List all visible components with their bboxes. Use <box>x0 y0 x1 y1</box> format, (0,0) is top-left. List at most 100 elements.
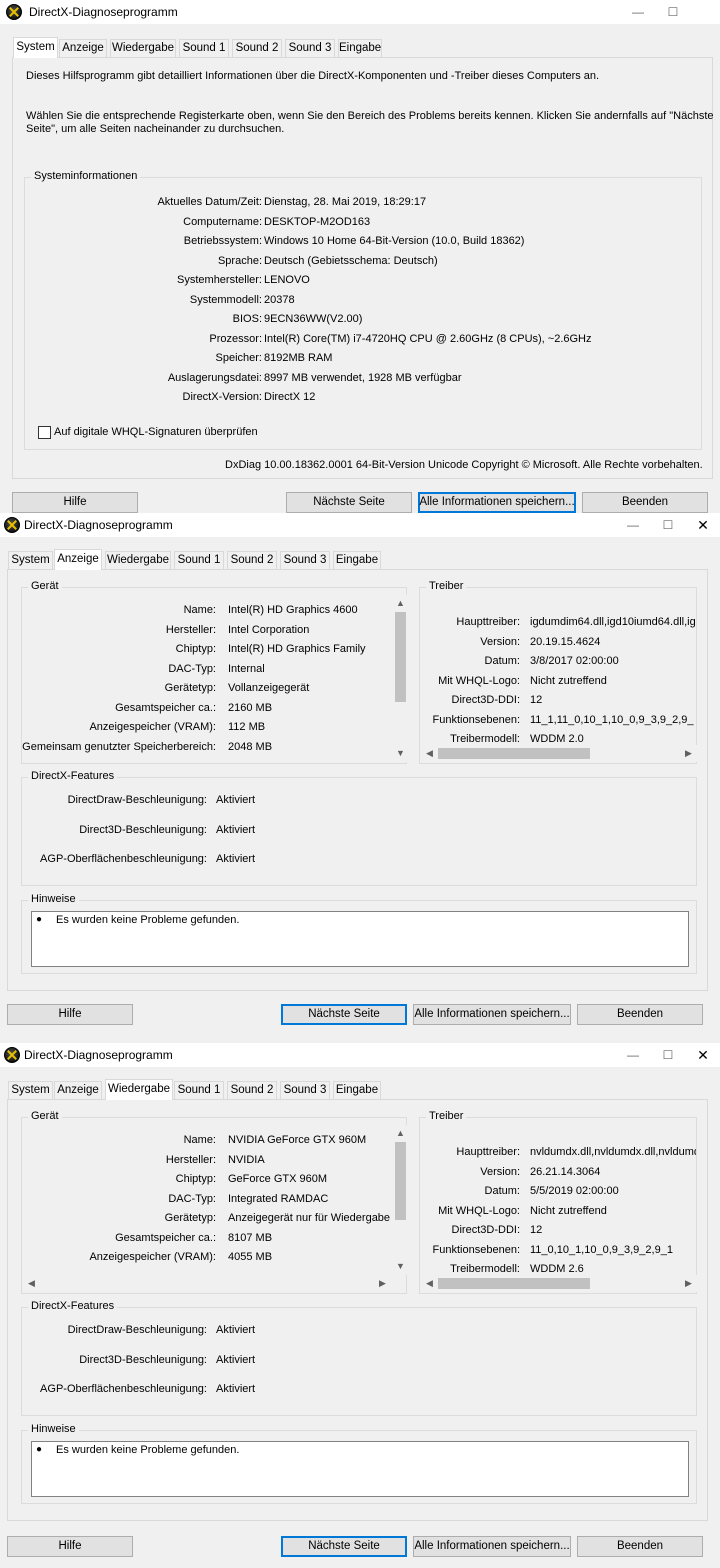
device-vertical-scrollbar[interactable]: ▲ ▼ <box>392 595 409 762</box>
title-bar[interactable]: DirectX-Diagnoseprogramm — ☐ <box>0 0 720 24</box>
device-info-value: Vollanzeigegerät <box>228 682 310 694</box>
help-button[interactable]: Hilfe <box>12 492 138 513</box>
group-title: Hinweise <box>28 1423 79 1435</box>
exit-button[interactable]: Beenden <box>577 1536 703 1557</box>
exit-button[interactable]: Beenden <box>582 492 708 513</box>
tab-sound-1[interactable]: Sound 1 <box>179 39 229 57</box>
device-info-label: Hersteller: <box>165 623 216 636</box>
save-all-info-button[interactable]: Alle Informationen speichern... <box>418 492 576 513</box>
next-page-button[interactable]: Nächste Seite <box>281 1004 407 1025</box>
tab-sound-3[interactable]: Sound 3 <box>280 551 330 569</box>
scroll-right-icon[interactable]: ▶ <box>680 1275 697 1292</box>
device-info-label: Name: <box>183 1134 216 1146</box>
tab-sound-3[interactable]: Sound 3 <box>285 39 335 57</box>
tab-sound-1[interactable]: Sound 1 <box>174 551 224 569</box>
device-info-value: NVIDIA <box>228 1153 265 1166</box>
scroll-thumb[interactable] <box>438 1278 590 1289</box>
scroll-right-icon[interactable]: ▶ <box>374 1275 391 1292</box>
system-info-label: Auslagerungsdatei: <box>167 371 262 384</box>
driver-horizontal-scrollbar[interactable]: ◀ ▶ <box>421 745 697 762</box>
save-all-info-button[interactable]: Alle Informationen speichern... <box>413 1536 571 1557</box>
device-info-value: Internal <box>228 662 265 675</box>
minimize-button[interactable]: — <box>623 1045 643 1065</box>
tab-wiedergabe[interactable]: Wiedergabe <box>105 1079 173 1100</box>
driver-horizontal-scrollbar[interactable]: ◀ ▶ <box>421 1275 697 1292</box>
group-title: DirectX-Features <box>28 1300 118 1312</box>
feature-label: Direct3D-Beschleunigung: <box>79 823 207 836</box>
scroll-thumb[interactable] <box>395 612 406 702</box>
scroll-down-icon[interactable]: ▼ <box>392 745 409 762</box>
scroll-thumb[interactable] <box>40 1278 340 1289</box>
next-page-button[interactable]: Nächste Seite <box>281 1536 407 1557</box>
system-info-label: DirectX-Version: <box>182 391 262 403</box>
tab-anzeige[interactable]: Anzeige <box>59 39 107 57</box>
driver-info-label: Haupttreiber: <box>456 1146 520 1158</box>
scroll-thumb[interactable] <box>438 748 590 759</box>
tab-eingabe[interactable]: Eingabe <box>333 551 381 569</box>
whql-checkbox[interactable] <box>38 426 51 439</box>
system-info-label: Systemmodell: <box>189 293 262 306</box>
device-info-value: Intel(R) HD Graphics 4600 <box>228 604 358 616</box>
tab-sound-2[interactable]: Sound 2 <box>227 551 277 569</box>
minimize-button[interactable]: — <box>623 515 643 535</box>
driver-info-list: Haupttreiber: igdumdim64.dll,igd10iumd64.… <box>420 588 696 745</box>
system-info-value: LENOVO <box>264 274 310 286</box>
scroll-up-icon[interactable]: ▲ <box>392 595 409 612</box>
scroll-thumb[interactable] <box>395 1142 406 1220</box>
device-vertical-scrollbar[interactable]: ▲ ▼ <box>392 1125 409 1275</box>
tab-system[interactable]: System <box>8 1081 53 1099</box>
help-button[interactable]: Hilfe <box>7 1536 133 1557</box>
close-button[interactable]: ✕ <box>693 1045 713 1065</box>
driver-info-label: Haupttreiber: <box>456 616 520 628</box>
driver-info-label: Datum: <box>484 1185 520 1197</box>
display-tab-panel: Gerät Name: Intel(R) HD Graphics 4600 Hers… <box>7 569 708 991</box>
device-info-value: GeForce GTX 960M <box>228 1173 328 1185</box>
window-title: DirectX-Diagnoseprogramm <box>29 5 178 19</box>
tab-sound-3[interactable]: Sound 3 <box>280 1081 330 1099</box>
maximize-button[interactable]: ☐ <box>658 515 678 535</box>
tab-system[interactable]: System <box>13 37 58 58</box>
tab-sound-1[interactable]: Sound 1 <box>174 1081 224 1099</box>
device-info-label: Hersteller: <box>165 1153 216 1166</box>
title-bar[interactable]: DirectX-Diagnoseprogramm — ☐ ✕ <box>0 1043 720 1067</box>
minimize-button[interactable]: — <box>628 2 648 22</box>
scroll-left-icon[interactable]: ◀ <box>421 1275 438 1292</box>
maximize-button[interactable]: ☐ <box>663 2 683 22</box>
next-page-button[interactable]: Nächste Seite <box>286 492 412 513</box>
tab-eingabe[interactable]: Eingabe <box>333 1081 381 1099</box>
tab-eingabe[interactable]: Eingabe <box>338 39 382 57</box>
device-info-value: 8107 MB <box>228 1231 273 1244</box>
tab-system[interactable]: System <box>8 551 53 569</box>
scroll-right-icon[interactable]: ▶ <box>680 745 697 762</box>
driver-info-label: Direct3D-DDI: <box>451 1224 520 1236</box>
device-horizontal-scrollbar[interactable]: ◀ ▶ <box>23 1275 391 1292</box>
tab-anzeige[interactable]: Anzeige <box>54 549 102 570</box>
system-info-label: Prozessor: <box>209 332 262 345</box>
close-button[interactable]: ✕ <box>693 515 713 535</box>
save-all-info-button[interactable]: Alle Informationen speichern... <box>413 1004 571 1025</box>
device-group: Gerät Name: NVIDIA GeForce GTX 960M Herste… <box>21 1110 409 1294</box>
scroll-down-icon[interactable]: ▼ <box>392 1258 409 1275</box>
whql-checkbox-label[interactable]: Auf digitale WHQL-Signaturen überprüfen <box>54 426 258 438</box>
title-bar[interactable]: DirectX-Diagnoseprogramm — ☐ ✕ <box>0 513 720 537</box>
tab-anzeige[interactable]: Anzeige <box>54 1081 102 1099</box>
device-info-value: NVIDIA GeForce GTX 960M <box>228 1134 367 1146</box>
maximize-button[interactable]: ☐ <box>658 1045 678 1065</box>
notes-box[interactable]: ● Es wurden keine Probleme gefunden. <box>31 1441 689 1497</box>
scroll-up-icon[interactable]: ▲ <box>392 1125 409 1142</box>
feature-value: Aktiviert <box>216 853 256 865</box>
tab-sound-2[interactable]: Sound 2 <box>232 39 282 57</box>
tab-wiedergabe[interactable]: Wiedergabe <box>105 551 171 569</box>
help-button[interactable]: Hilfe <box>7 1004 133 1025</box>
device-info-label: Gesamtspeicher ca.: <box>115 1231 216 1244</box>
scroll-left-icon[interactable]: ◀ <box>23 1275 40 1292</box>
system-info-label: Computername: <box>183 215 262 228</box>
system-info-value: Dienstag, 28. Mai 2019, 18:29:17 <box>264 196 427 208</box>
driver-info-value: WDDM 2.0 <box>530 733 584 745</box>
scroll-left-icon[interactable]: ◀ <box>421 745 438 762</box>
exit-button[interactable]: Beenden <box>577 1004 703 1025</box>
system-info-label: Betriebssystem: <box>183 235 262 247</box>
tab-sound-2[interactable]: Sound 2 <box>227 1081 277 1099</box>
notes-box[interactable]: ● Es wurden keine Probleme gefunden. <box>31 911 689 967</box>
tab-wiedergabe[interactable]: Wiedergabe <box>110 39 176 57</box>
